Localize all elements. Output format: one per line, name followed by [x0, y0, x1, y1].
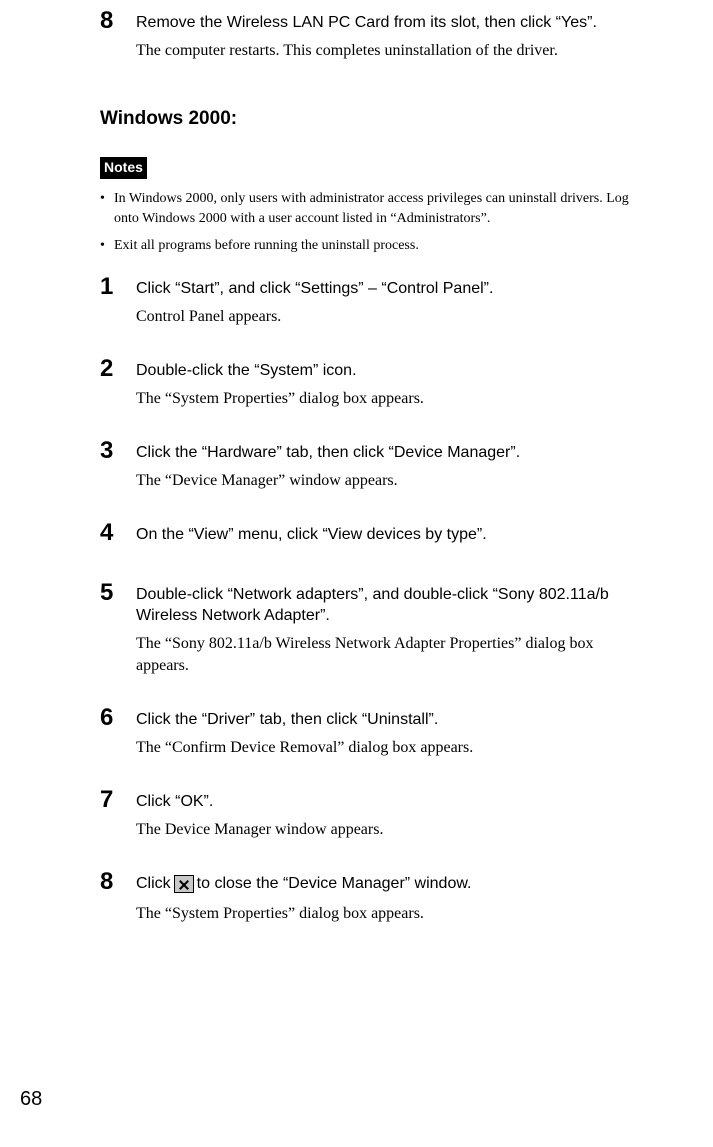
- step-action: Click “Start”, and click “Settings” – “C…: [136, 278, 643, 300]
- step-item: 7 Click “OK”. The Device Manager window …: [100, 787, 643, 841]
- step-number: 6: [100, 705, 136, 731]
- step-item: 6 Click the “Driver” tab, then click “Un…: [100, 705, 643, 759]
- step-action: Double-click “Network adapters”, and dou…: [136, 584, 643, 627]
- step-number: 8: [100, 8, 136, 34]
- close-icon: [174, 875, 194, 893]
- note-text: Exit all programs before running the uni…: [114, 236, 643, 256]
- step-result: The “System Properties” dialog box appea…: [136, 388, 643, 410]
- step-item: 8 Click to close the “Device Manager” wi…: [100, 869, 643, 925]
- intro-step: 8 Remove the Wireless LAN PC Card from i…: [100, 8, 643, 62]
- step-body: Click the “Driver” tab, then click “Unin…: [136, 705, 643, 759]
- step-body: Click to close the “Device Manager” wind…: [136, 869, 643, 925]
- step-result: The computer restarts. This completes un…: [136, 40, 643, 62]
- step-result: The “Sony 802.11a/b Wireless Network Ada…: [136, 633, 643, 678]
- step-item: 5 Double-click “Network adapters”, and d…: [100, 580, 643, 678]
- step-action-pre: Click: [136, 873, 171, 895]
- step-item: 2 Double-click the “System” icon. The “S…: [100, 356, 643, 410]
- note-item: • Exit all programs before running the u…: [100, 236, 643, 256]
- step-number: 7: [100, 787, 136, 813]
- step-body: Remove the Wireless LAN PC Card from its…: [136, 8, 643, 62]
- step-action-post: to close the “Device Manager” window.: [197, 873, 472, 895]
- step-result: The “Device Manager” window appears.: [136, 470, 643, 492]
- step-number: 1: [100, 274, 136, 300]
- step-result: The Device Manager window appears.: [136, 819, 643, 841]
- step-result: The “System Properties” dialog box appea…: [136, 903, 643, 925]
- step-body: Click “Start”, and click “Settings” – “C…: [136, 274, 643, 328]
- step-number: 3: [100, 438, 136, 464]
- step-result: The “Confirm Device Removal” dialog box …: [136, 737, 643, 759]
- section-heading: Windows 2000:: [100, 106, 643, 133]
- step-action: Remove the Wireless LAN PC Card from its…: [136, 12, 643, 34]
- page-number: 68: [20, 1085, 42, 1113]
- step-action: Double-click the “System” icon.: [136, 360, 643, 382]
- step-body: Click “OK”. The Device Manager window ap…: [136, 787, 643, 841]
- step-action: Click “OK”.: [136, 791, 643, 813]
- step-number: 4: [100, 520, 136, 546]
- step-body: Double-click “Network adapters”, and dou…: [136, 580, 643, 678]
- step-item: 1 Click “Start”, and click “Settings” – …: [100, 274, 643, 328]
- bullet-dot: •: [100, 189, 114, 228]
- step-action: Click to close the “Device Manager” wind…: [136, 873, 643, 895]
- step-number: 2: [100, 356, 136, 382]
- step-action: Click the “Hardware” tab, then click “De…: [136, 442, 643, 464]
- step-action: Click the “Driver” tab, then click “Unin…: [136, 709, 643, 731]
- step-action: On the “View” menu, click “View devices …: [136, 524, 643, 546]
- notes-label: Notes: [100, 157, 147, 180]
- step-body: Double-click the “System” icon. The “Sys…: [136, 356, 643, 410]
- steps-list: 1 Click “Start”, and click “Settings” – …: [100, 274, 643, 925]
- step-body: On the “View” menu, click “View devices …: [136, 520, 643, 552]
- step-number: 5: [100, 580, 136, 606]
- step-result: Control Panel appears.: [136, 306, 643, 328]
- step-body: Click the “Hardware” tab, then click “De…: [136, 438, 643, 492]
- note-item: • In Windows 2000, only users with admin…: [100, 189, 643, 228]
- step-item: 3 Click the “Hardware” tab, then click “…: [100, 438, 643, 492]
- step-item: 4 On the “View” menu, click “View device…: [100, 520, 643, 552]
- step-number: 8: [100, 869, 136, 895]
- note-text: In Windows 2000, only users with adminis…: [114, 189, 643, 228]
- bullet-dot: •: [100, 236, 114, 256]
